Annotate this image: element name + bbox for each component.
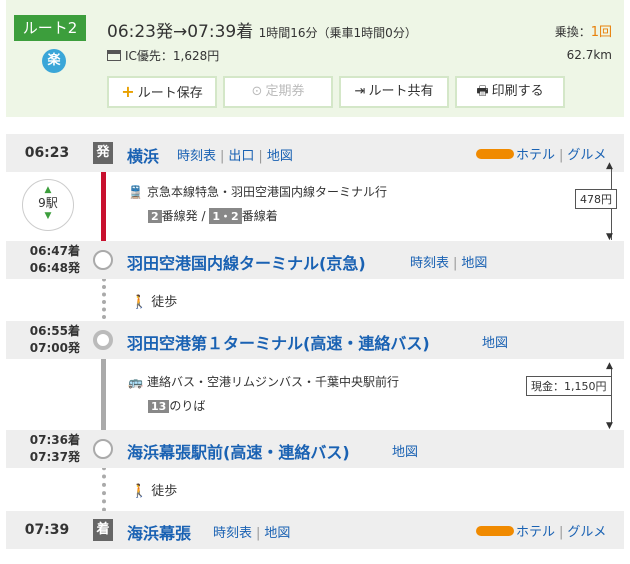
train-fare: 478円 [575,189,617,209]
bus-stop-num: 13 [148,400,170,413]
hotel-gourmet-links: ホテル | グルメ [476,521,606,540]
station-links: 地図 [392,441,418,460]
distance: 62.7km [566,48,612,62]
walk-text: 徒歩 [151,484,178,499]
print-label: 印刷する [491,84,544,99]
bus-line-info: 🚌 連絡バス・空港リムジンバス・千葉中央駅前行 [128,373,399,390]
platform-dep-text: 番線発 [161,209,198,223]
walk-icon: 🚶 [131,295,148,310]
train-icon: 🚆 [128,185,143,199]
platform-arr-num: 1・2 [209,208,242,224]
share-icon: ⇥ [354,84,366,99]
departure-time: 07:37発 [29,450,80,464]
hotel-link[interactable]: ホテル [516,525,555,540]
save-route-label: ルート保存 [137,86,203,101]
station-name-haneda-keikyu[interactable]: 羽田空港国内線ターミナル(京急) [127,250,366,274]
station-name-kaihin-makuhari[interactable]: 海浜幕張 [127,520,191,544]
map-link[interactable]: 地図 [461,256,487,271]
station-times: 07:36着 07:37発 [14,432,80,466]
raku-icon: 楽 [42,49,66,73]
up-arrow-icon: ▲ [44,185,52,195]
station-times: 06:55着 07:00発 [14,323,80,357]
bus-line-name: 連絡バス・空港リムジンバス・千葉中央駅前行 [146,375,399,389]
print-button[interactable]: 🖶 印刷する [455,76,565,108]
station-name-yokohama[interactable]: 横浜 [127,143,159,167]
stop-count: ▲ 9駅 ▼ [22,179,74,231]
departure-time: 06:48発 [29,261,80,275]
platform-slash: / [201,209,206,223]
map-link[interactable]: 地図 [264,526,290,541]
departure-time: 07:00発 [29,341,80,355]
duration: 1時間16分（乗車1時間0分） [258,26,417,40]
walk-segment: 🚶 徒歩 [131,480,177,499]
fare-info: IC優先：1,628円 [107,47,219,64]
bus-icon: 🚌 [128,375,143,389]
platform-arr-text: 番線着 [241,209,278,223]
timetable-link[interactable]: 時刻表 [177,149,216,164]
transfer-number: 1回 [590,25,612,40]
station-links: 時刻表 | 地図 [410,256,488,271]
transfer-label: 乗換： [554,25,591,39]
printer-icon: 🖶 [476,84,489,99]
station-time: 06:23 [24,145,70,161]
save-route-button[interactable]: + ルート保存 [107,76,217,108]
ic-card-icon [107,50,121,61]
platform-dep-num: 2 [148,210,162,223]
route-badge: ルート2 [14,15,86,41]
arrival-time: 06:55着 [29,324,80,338]
timetable-link[interactable]: 時刻表 [410,256,449,271]
station-links: 時刻表 | 地図 [213,526,291,541]
share-route-button[interactable]: ⇥ ルート共有 [339,76,449,108]
transfer-count: 乗換：1回 [555,21,612,40]
walk-text: 徒歩 [151,295,178,310]
station-name-kaihin-bus[interactable]: 海浜幕張駅前(高速・連絡バス) [127,439,350,463]
route-times: 06:23発→07:39着 1時間16分（乗車1時間0分） [107,17,417,42]
departure-tag: 発 [93,142,113,164]
station-marker [93,330,113,350]
train-line-name: 京急本線特急・羽田空港国内線ターミナル行 [146,185,387,199]
station-marker [93,250,113,270]
bus-stop-info: 13 のりば [148,397,205,414]
gourmet-link[interactable]: グルメ [567,525,606,540]
walk-segment: 🚶 徒歩 [131,291,177,310]
timetable-link[interactable]: 時刻表 [213,526,252,541]
share-route-label: ルート共有 [368,84,434,99]
down-arrow-icon: ▼ [44,211,52,221]
arrival-tag: 着 [93,519,113,541]
plus-icon: + [121,82,135,101]
arrival-time: 06:47着 [29,244,80,258]
station-marker [93,439,113,459]
arrival-time: 07:36着 [29,433,80,447]
station-links: 時刻表 | 出口 | 地図 [177,149,293,164]
station-links: 地図 [482,332,508,351]
map-link[interactable]: 地図 [267,149,293,164]
travel-logo-icon [476,526,514,536]
bus-fare: 現金：1,150円 [526,376,612,396]
dep-arr-time: 06:23発→07:39着 [107,22,254,42]
arrow-up-icon: ▲ [606,361,613,371]
arrow-up-icon: ▲ [606,161,613,171]
pass-icon: ⊙ [251,84,263,99]
bus-stop-text: のりば [169,399,206,413]
travel-logo-icon [476,149,514,159]
station-times: 06:47着 06:48発 [14,243,80,277]
commuter-pass-label: 定期券 [265,84,305,99]
platform-info: 2 番線発 / 1・2 番線着 [148,207,278,224]
station-time: 07:39 [24,522,70,538]
exit-link[interactable]: 出口 [228,149,254,164]
gourmet-link[interactable]: グルメ [567,148,606,163]
map-link[interactable]: 地図 [392,445,418,460]
map-link[interactable]: 地図 [482,336,508,351]
fare-text: IC優先：1,628円 [125,49,220,63]
stop-count-text: 9駅 [38,196,58,210]
walk-icon: 🚶 [131,484,148,499]
hotel-link[interactable]: ホテル [516,148,555,163]
hotel-gourmet-links: ホテル | グルメ [476,144,606,163]
station-name-haneda-bus[interactable]: 羽田空港第１ターミナル(高速・連絡バス) [127,330,430,354]
commuter-pass-button[interactable]: ⊙ 定期券 [223,76,333,108]
train-line-info: 🚆 京急本線特急・羽田空港国内線ターミナル行 [128,183,387,200]
